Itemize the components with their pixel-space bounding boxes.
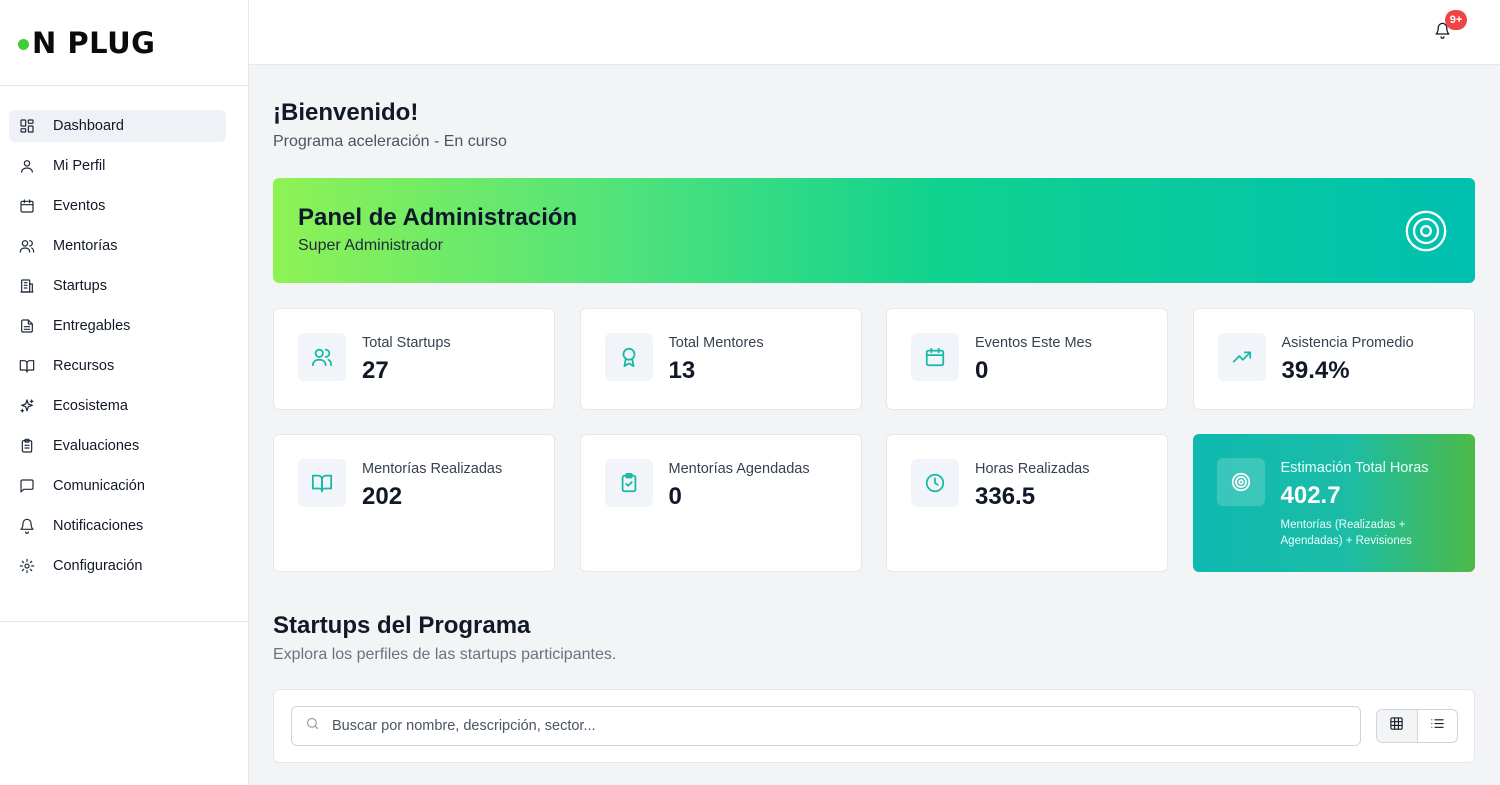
sidebar-item-recursos[interactable]: Recursos — [9, 350, 226, 382]
stat-card-horas-realizadas[interactable]: Horas Realizadas 336.5 — [886, 434, 1168, 572]
sidebar-item-label: Mi Perfil — [53, 158, 106, 174]
page-subtitle: Programa aceleración - En curso — [273, 133, 507, 150]
list-view-button[interactable] — [1418, 710, 1458, 742]
topbar: 9+ — [249, 0, 1500, 65]
page-title: ¡Bienvenido! — [273, 99, 419, 126]
sidebar-item-label: Recursos — [53, 358, 115, 374]
stat-value: 0 — [668, 483, 682, 510]
list-icon — [1430, 716, 1445, 736]
book-open-icon — [298, 459, 346, 507]
notification-badge: 9+ — [1445, 10, 1467, 30]
sidebar-nav: Dashboard Mi Perfil Eventos Mentorías St… — [0, 86, 248, 622]
user-icon — [18, 158, 35, 175]
admin-banner: Panel de Administración Super Administra… — [273, 178, 1475, 283]
sidebar-item-label: Ecosistema — [53, 398, 128, 414]
brand-name: N PLUG — [32, 25, 156, 60]
stat-label: Estimación Total Horas — [1280, 460, 1429, 476]
sidebar-item-startups[interactable]: Startups — [9, 270, 226, 302]
sidebar-item-label: Evaluaciones — [53, 438, 140, 454]
stat-note: Mentorías (Realizadas + Agendadas) + Rev… — [1280, 519, 1412, 547]
sidebar-item-comunicacion[interactable]: Comunicación — [9, 470, 226, 502]
sidebar-item-configuracion[interactable]: Configuración — [9, 550, 226, 582]
bell-icon — [1434, 22, 1451, 43]
stats-grid: Total Startups 27 Total Mentores 13 Even… — [273, 308, 1475, 572]
stat-label: Asistencia Promedio — [1281, 335, 1414, 351]
book-open-icon — [18, 358, 35, 375]
sidebar-item-label: Comunicación — [53, 478, 145, 494]
stat-value: 39.4% — [1281, 357, 1350, 384]
stat-card-eventos-mes[interactable]: Eventos Este Mes 0 — [886, 308, 1168, 410]
file-text-icon — [18, 318, 35, 335]
sidebar-item-notificaciones[interactable]: Notificaciones — [9, 510, 226, 542]
calendar-icon — [18, 198, 35, 215]
users-icon — [298, 333, 346, 381]
sidebar-item-label: Configuración — [53, 558, 143, 574]
clock-icon — [911, 459, 959, 507]
grid-icon — [1389, 716, 1404, 736]
stat-value: 0 — [975, 357, 989, 384]
sidebar-item-entregables[interactable]: Entregables — [9, 310, 226, 342]
stat-card-total-startups[interactable]: Total Startups 27 — [273, 308, 555, 410]
stat-label: Mentorías Agendadas — [668, 461, 810, 477]
stat-label: Eventos Este Mes — [975, 335, 1092, 351]
sidebar-item-label: Startups — [53, 278, 107, 294]
sidebar-item-dashboard[interactable]: Dashboard — [9, 110, 226, 142]
stat-label: Total Mentores — [668, 335, 764, 351]
stat-card-total-mentores[interactable]: Total Mentores 13 — [579, 308, 862, 410]
users-icon — [18, 238, 35, 255]
stat-value: 402.7 — [1280, 482, 1341, 509]
layout-grid-icon — [18, 118, 35, 135]
stat-card-estimacion-horas[interactable]: Estimación Total Horas 402.7 Mentorías (… — [1192, 434, 1475, 572]
clipboard-icon — [18, 438, 35, 455]
settings-icon — [18, 558, 35, 575]
stat-label: Horas Realizadas — [975, 461, 1090, 477]
stat-card-asistencia[interactable]: Asistencia Promedio 39.4% — [1192, 308, 1475, 410]
bell-icon — [18, 518, 35, 535]
banner-subtitle: Super Administrador — [298, 237, 443, 254]
search-icon — [305, 716, 320, 736]
sidebar-item-ecosistema[interactable]: Ecosistema — [9, 390, 226, 422]
search-box[interactable] — [291, 706, 1361, 746]
stat-label: Mentorías Realizadas — [362, 461, 503, 477]
section-subtitle: Explora los perfiles de las startups par… — [273, 646, 617, 663]
clipboard-check-icon — [604, 459, 653, 507]
target-icon — [1403, 208, 1449, 254]
banner-title: Panel de Administración — [298, 204, 578, 231]
logo-dot — [18, 39, 29, 50]
sidebar-item-label: Notificaciones — [53, 518, 144, 534]
target-icon — [1216, 458, 1265, 506]
stat-value: 13 — [668, 357, 696, 384]
brand-logo[interactable]: N PLUG — [18, 26, 155, 60]
stat-card-mentorias-realizadas[interactable]: Mentorías Realizadas 202 — [273, 434, 555, 572]
section-title: Startups del Programa — [273, 612, 531, 639]
search-input[interactable] — [332, 718, 1332, 734]
view-toggle — [1376, 709, 1458, 743]
sidebar: N PLUG Dashboard Mi Perfil Eventos Mento… — [0, 0, 249, 785]
logo-area: N PLUG — [0, 0, 248, 86]
sidebar-item-label: Mentorías — [53, 238, 118, 254]
sidebar-item-label: Eventos — [53, 198, 106, 214]
sidebar-item-eventos[interactable]: Eventos — [9, 190, 226, 222]
search-panel — [273, 689, 1475, 763]
sidebar-item-mi-perfil[interactable]: Mi Perfil — [9, 150, 226, 182]
award-icon — [604, 333, 653, 381]
building-icon — [18, 278, 35, 295]
grid-view-button[interactable] — [1377, 710, 1418, 742]
calendar-icon — [911, 333, 959, 381]
stat-value: 27 — [362, 357, 389, 384]
stat-value: 202 — [362, 483, 403, 510]
sidebar-item-mentorias[interactable]: Mentorías — [9, 230, 226, 262]
message-square-icon — [18, 478, 35, 495]
trending-up-icon — [1217, 333, 1266, 381]
sidebar-item-evaluaciones[interactable]: Evaluaciones — [9, 430, 226, 462]
main-content: ¡Bienvenido! Programa aceleración - En c… — [273, 65, 1475, 763]
stat-card-mentorias-agendadas[interactable]: Mentorías Agendadas 0 — [579, 434, 862, 572]
sidebar-item-label: Entregables — [53, 318, 131, 334]
stat-label: Total Startups — [362, 335, 451, 351]
stat-value: 336.5 — [975, 483, 1036, 510]
sparkles-icon — [18, 398, 35, 415]
sidebar-item-label: Dashboard — [53, 118, 124, 134]
